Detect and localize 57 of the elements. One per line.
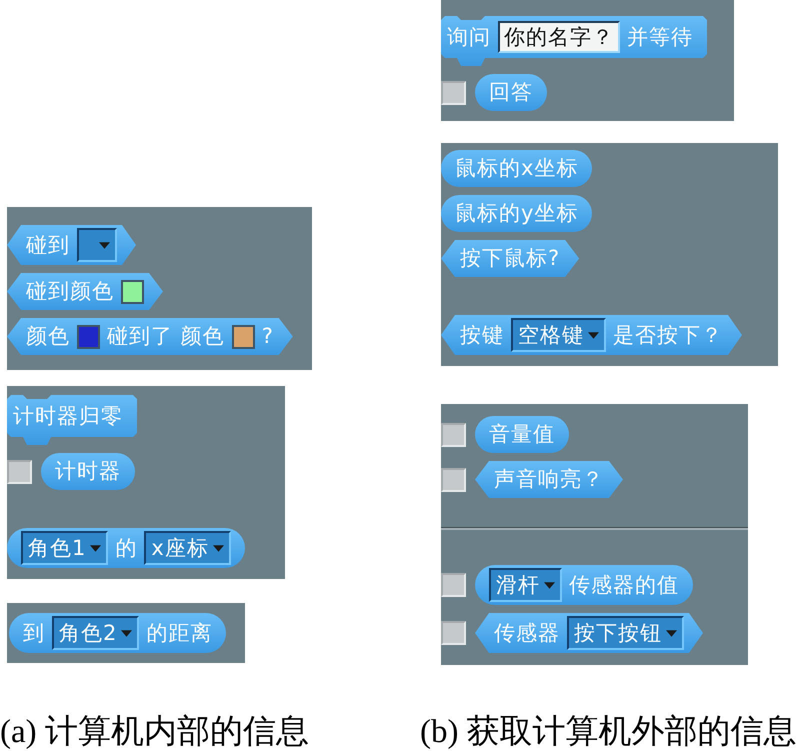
checkbox[interactable] [441,621,466,645]
caret-icon [544,582,555,588]
figure-caption: (a) 计算机内部的信息 [0,714,309,750]
caret-icon [588,332,599,338]
block-text: 的 [115,538,138,558]
color-swatch-icon[interactable] [232,324,255,348]
caret-icon [99,242,110,248]
boolean-block[interactable]: 颜色 碰到了 颜色 ? [7,318,293,355]
block-text: 颜色 [26,326,70,347]
caret-icon [666,630,677,636]
block-text: 到 [23,622,45,644]
dropdown[interactable]: 按下按钮 [567,616,684,650]
reporter-block[interactable]: 到 角色2 的距离 [9,613,226,653]
block-text: 传感器的值 [569,574,679,596]
command-block[interactable]: 询问 你的名字？ 并等待 [441,16,707,66]
reporter-block[interactable]: 音量值 [475,416,569,453]
block-text: 碰到颜色 [26,281,114,302]
caret-icon [212,544,224,552]
figure-caption: (b) 获取计算机外部的信息 [420,714,797,750]
block-text: 的距离 [146,622,212,644]
boolean-block[interactable]: 碰到 [7,225,136,265]
color-swatch-icon[interactable] [121,280,144,304]
reporter-block[interactable]: 回答 [475,74,547,111]
block-text: 碰到了 颜色 [107,326,225,347]
dropdown[interactable]: x座标 [144,531,231,565]
reporter-block[interactable]: 滑杆 传感器的值 [475,565,693,605]
block-text: ? [262,326,274,347]
dropdown[interactable]: 空格键 [511,318,606,352]
color-swatch-icon[interactable] [77,324,100,348]
block-text: 询问 [447,26,491,48]
checkbox[interactable] [7,460,32,484]
dropdown[interactable]: 角色1 [21,531,108,565]
input-field[interactable]: 你的名字？ [498,21,620,53]
reporter-block[interactable]: 鼠标的y坐标 [441,195,592,232]
checkbox[interactable] [441,422,466,446]
boolean-block[interactable]: 按键 空格键 是否按下？ [441,315,742,355]
caret-icon [121,630,132,636]
boolean-block[interactable]: 声音响亮？ [475,461,623,498]
checkbox[interactable] [441,468,466,492]
reporter-block[interactable]: 计时器 [41,453,135,490]
boolean-block[interactable]: 传感器 按下按钮 [475,613,703,653]
block-text: 按键 [460,324,504,346]
block-text: 并等待 [627,26,693,48]
block-text: 是否按下？ [613,324,723,346]
checkbox[interactable] [441,80,466,104]
caret-icon [90,544,102,552]
reporter-block[interactable]: 鼠标的x坐标 [441,150,592,187]
boolean-block[interactable]: 按下鼠标? [441,240,580,277]
command-block[interactable]: 计时器归零 [7,395,137,445]
dropdown[interactable]: 滑杆 [489,568,562,602]
dropdown[interactable]: 角色2 [52,616,140,650]
dropdown[interactable] [77,228,117,262]
block-text: 碰到 [26,234,70,256]
reporter-block[interactable]: 角色1 的 x座标 [7,528,245,568]
checkbox[interactable] [441,573,466,597]
block-text: 传感器 [494,622,560,644]
boolean-block[interactable]: 碰到颜色 [7,273,163,310]
